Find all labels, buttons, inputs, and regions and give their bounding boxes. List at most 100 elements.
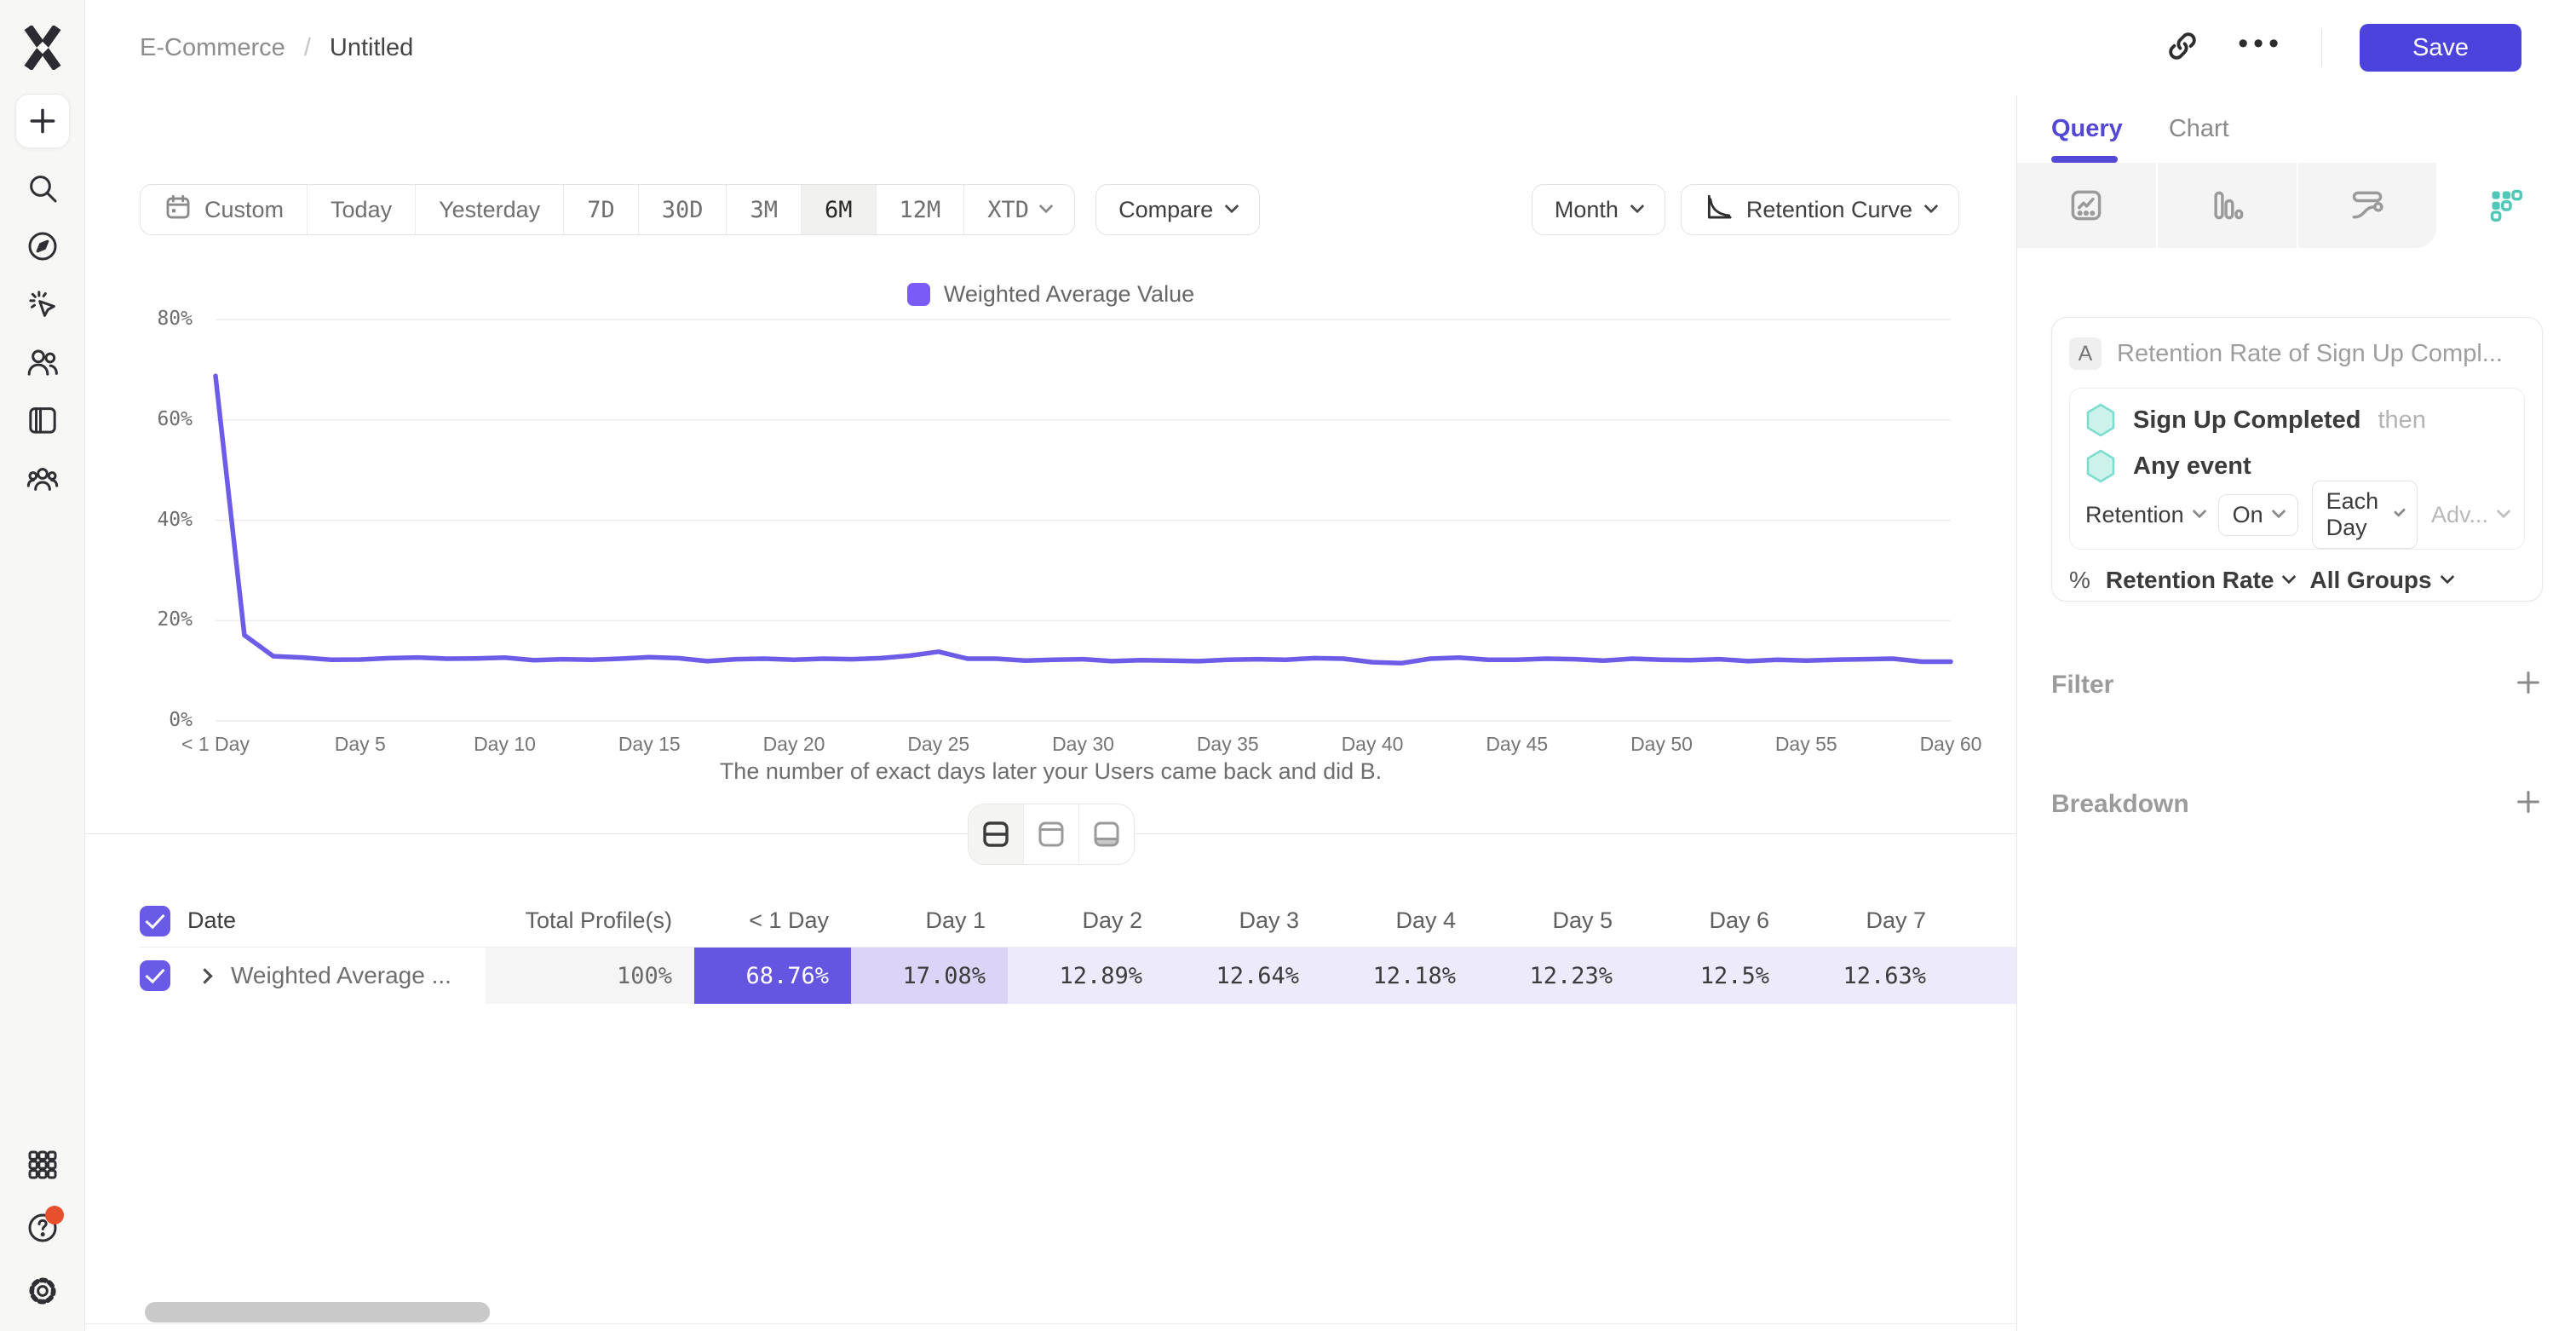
layout-bottom-icon [1092, 820, 1121, 849]
column-header[interactable]: Day 5 [1478, 908, 1635, 934]
event-a-name[interactable]: Sign Up Completed [2133, 406, 2360, 435]
table-header-row: DateTotal Profile(s)< 1 DayDay 1Day 2Day… [140, 895, 2016, 948]
x-axis-tick-label: Day 55 [1734, 733, 1878, 756]
horizontal-scrollbar-thumb[interactable] [145, 1302, 490, 1322]
settings-button[interactable] [25, 1273, 60, 1309]
layout-split-icon [981, 820, 1010, 849]
event-b-name[interactable]: Any event [2133, 452, 2251, 481]
report-flows-button[interactable] [2298, 163, 2437, 248]
table-cell[interactable]: 12.5% [1635, 948, 1791, 1004]
layout-chart-button[interactable] [1024, 804, 1079, 864]
table-cell[interactable]: 12.23% [1478, 948, 1635, 1004]
range-6m[interactable]: 6M [802, 185, 877, 234]
retention-line-chart[interactable] [111, 302, 1959, 729]
column-header[interactable]: Day 6 [1635, 908, 1791, 934]
bottom-border [85, 1323, 2016, 1324]
more-options-button[interactable]: ••• [2238, 29, 2284, 66]
event-a-row[interactable]: Sign Up Completed then [2085, 400, 2509, 440]
copy-link-button[interactable] [2165, 28, 2200, 68]
report-toolbar: CustomTodayYesterday 7D 30D 3M 6M12M XTD Comp… [140, 184, 1959, 235]
breadcrumb-project[interactable]: E-Commerce [140, 34, 285, 62]
query-panel: Query Chart [2016, 95, 2576, 1331]
row-checkbox[interactable] [140, 960, 170, 991]
on-dropdown[interactable]: On [2218, 494, 2298, 536]
save-button[interactable]: Save [2360, 24, 2521, 72]
granularity-dropdown[interactable]: Month [1532, 184, 1665, 235]
range-custom[interactable]: Custom [141, 185, 308, 234]
range-today[interactable]: Today [308, 185, 416, 234]
column-header[interactable]: Total Profile(s) [486, 908, 694, 934]
table-cell[interactable]: 12.18% [1321, 948, 1478, 1004]
range-label: 3M [750, 197, 778, 223]
tab-query[interactable]: Query [2051, 95, 2123, 163]
range-30d[interactable]: 30D [639, 185, 727, 234]
column-header[interactable]: Day 1 [851, 908, 1008, 934]
breakdown-section: Breakdown [2051, 787, 2543, 821]
table-cell[interactable]: 12.89% [1008, 948, 1164, 1004]
range-3m[interactable]: 3M [727, 185, 802, 234]
range-7d[interactable]: 7D [564, 185, 639, 234]
table-cell[interactable]: 17.08% [851, 948, 1008, 1004]
metric-dropdown[interactable]: Retention Rate [2106, 567, 2295, 594]
users-nav-button[interactable] [25, 344, 60, 380]
chevron-down-icon [1039, 199, 1054, 214]
column-header[interactable]: Day 8 [1948, 908, 2016, 934]
top-header: E-Commerce / Untitled ••• Save [85, 0, 2576, 95]
table-row[interactable]: Weighted Average ... 100%68.76%17.08%12.8… [140, 948, 2016, 1004]
table-cell[interactable]: 12.63% [1791, 948, 1948, 1004]
explore-nav-button[interactable] [25, 228, 60, 264]
add-filter-button[interactable] [2514, 668, 2543, 701]
table-cell[interactable]: 100% [486, 948, 694, 1004]
range-xtd[interactable]: XTD [964, 185, 1074, 234]
select-all-checkbox[interactable] [140, 906, 170, 936]
range-12m[interactable]: 12M [877, 185, 965, 234]
column-header[interactable]: Day 3 [1164, 908, 1321, 934]
add-breakdown-button[interactable] [2514, 787, 2543, 821]
x-axis-tick-label: Day 35 [1155, 733, 1300, 756]
column-header[interactable]: Day 4 [1321, 908, 1478, 934]
apps-button[interactable] [25, 1147, 60, 1183]
cohorts-nav-button[interactable] [25, 460, 60, 496]
column-header-date[interactable]: Date [187, 908, 236, 934]
row-expand-chevron-icon[interactable] [197, 968, 212, 983]
range-label: XTD [987, 197, 1029, 223]
range-label: 7D [587, 197, 615, 223]
column-header[interactable]: Day 2 [1008, 908, 1164, 934]
compare-label: Compare [1118, 197, 1213, 223]
x-axis-caption: The number of exact days later your User… [85, 758, 2016, 785]
x-axis-tick-label: Day 20 [722, 733, 866, 756]
row-label[interactable]: Weighted Average ... [231, 962, 451, 989]
table-cell[interactable]: 12.9% [1948, 948, 2016, 1004]
compare-button[interactable]: Compare [1095, 184, 1260, 235]
breadcrumb-report-title[interactable]: Untitled [330, 34, 413, 62]
column-header[interactable]: Day 7 [1791, 908, 1948, 934]
layout-split-button[interactable] [969, 804, 1024, 864]
event-b-row[interactable]: Any event [2085, 447, 2509, 486]
layout-table-button[interactable] [1079, 804, 1134, 864]
event-hexagon-icon [2085, 403, 2116, 437]
chevron-down-icon [1924, 199, 1939, 214]
create-new-button[interactable] [15, 94, 70, 148]
mixpanel-logo[interactable] [22, 26, 63, 70]
events-nav-button[interactable] [25, 286, 60, 322]
layout-toggle-group [968, 804, 1135, 865]
groups-dropdown[interactable]: All Groups [2309, 567, 2452, 594]
advanced-dropdown[interactable]: Adv... [2431, 502, 2509, 528]
chart-view-dropdown[interactable]: Retention Curve [1681, 184, 1959, 235]
funnels-icon [2208, 187, 2245, 224]
table-cell[interactable]: 68.76% [694, 948, 851, 1004]
report-insights-button[interactable] [2017, 163, 2158, 248]
table-cell[interactable]: 12.64% [1164, 948, 1321, 1004]
search-nav-button[interactable] [25, 170, 60, 206]
report-funnels-button[interactable] [2158, 163, 2298, 248]
x-axis-tick-label: Day 10 [433, 733, 578, 756]
help-button[interactable] [25, 1210, 60, 1246]
step-title[interactable]: Retention Rate of Sign Up Compl... [2117, 340, 2503, 368]
range-yesterday[interactable]: Yesterday [416, 185, 564, 234]
retention-type-dropdown[interactable]: Retention [2085, 502, 2205, 528]
each-day-dropdown[interactable]: Each Day [2312, 481, 2418, 549]
column-header[interactable]: < 1 Day [694, 908, 851, 934]
tab-chart[interactable]: Chart [2169, 95, 2229, 163]
report-retention-button[interactable] [2436, 163, 2576, 248]
boards-nav-button[interactable] [25, 402, 60, 438]
